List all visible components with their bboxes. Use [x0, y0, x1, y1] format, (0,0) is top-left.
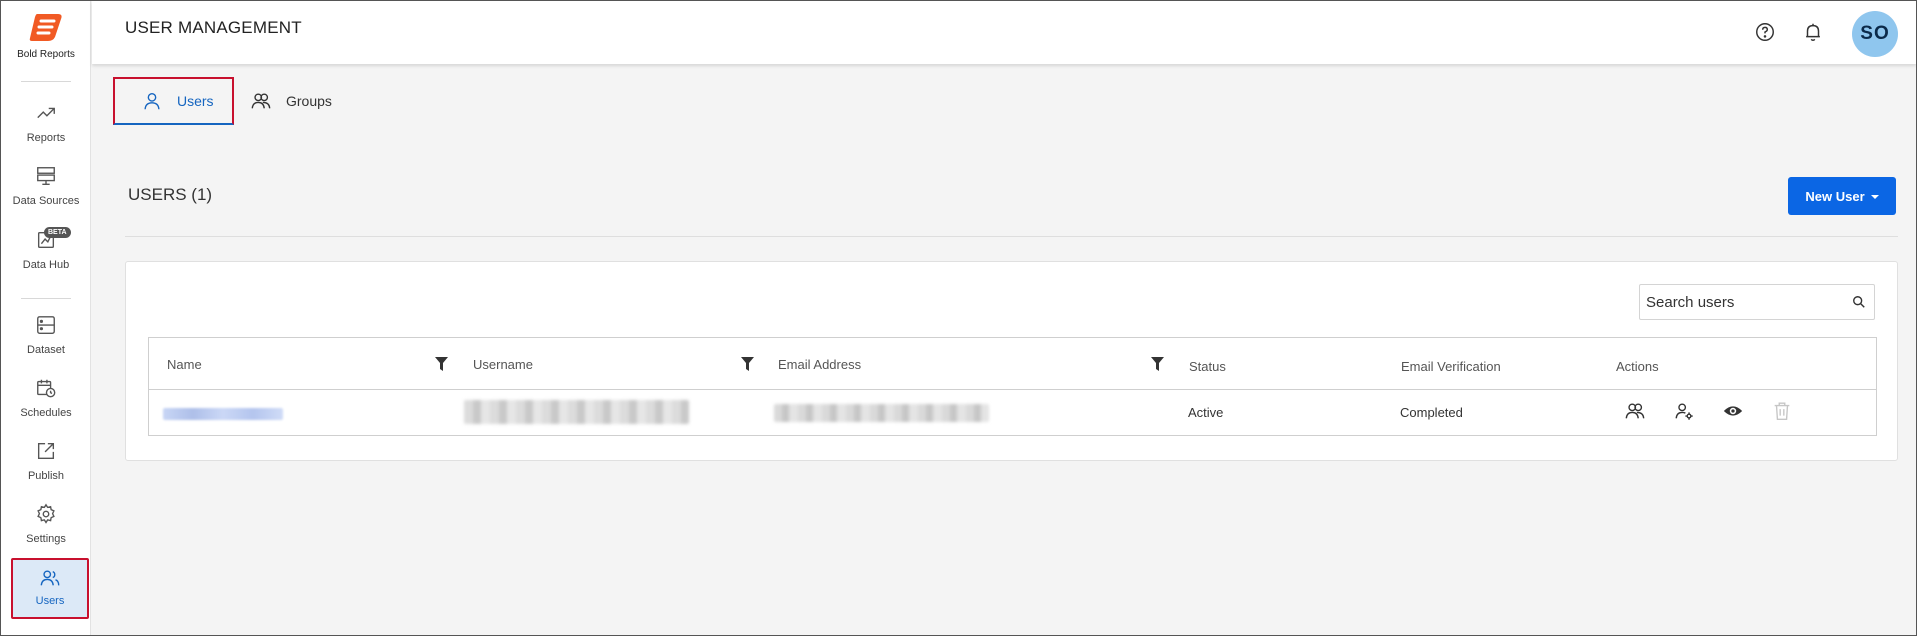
share-icon	[37, 442, 55, 460]
brand[interactable]: Bold Reports	[1, 11, 91, 60]
search-input[interactable]	[1640, 285, 1840, 319]
column-header-email-verification[interactable]: Email Verification	[1401, 359, 1501, 374]
sidebar-item-label: Dataset	[27, 344, 65, 356]
group-icon	[251, 93, 271, 109]
caret-down-icon	[1870, 195, 1879, 200]
column-header-name[interactable]: Name	[167, 357, 202, 372]
email-cell	[774, 404, 989, 422]
delete-icon[interactable]	[1771, 400, 1793, 422]
sidebar-item-reports[interactable]: Reports	[1, 102, 91, 144]
column-header-status[interactable]: Status	[1189, 359, 1226, 374]
sidebar-item-users[interactable]: Users	[11, 558, 89, 619]
sidebar-item-data-sources[interactable]: Data Sources	[1, 165, 91, 207]
brand-name: Bold Reports	[17, 49, 75, 60]
bold-reports-logo-icon	[29, 14, 62, 41]
trending-up-icon	[37, 107, 55, 119]
help-icon[interactable]	[1754, 21, 1776, 43]
tab-label: Groups	[286, 93, 332, 109]
sidebar: Bold Reports Reports Data Sources BETA D…	[1, 1, 91, 635]
sidebar-item-label: Reports	[26, 132, 66, 144]
page-title: USER MANAGEMENT	[125, 18, 302, 37]
bell-icon[interactable]	[1802, 21, 1824, 43]
search-icon[interactable]	[1852, 295, 1866, 309]
sidebar-item-label: Publish	[27, 470, 65, 482]
sidebar-divider	[21, 298, 71, 299]
sidebar-item-settings[interactable]: Settings	[1, 503, 91, 545]
user-name-link[interactable]	[163, 408, 283, 420]
username-cell	[464, 400, 689, 424]
tab-users[interactable]: Users	[113, 77, 234, 125]
server-icon	[37, 167, 55, 185]
sidebar-item-schedules[interactable]: Schedules	[1, 377, 91, 419]
section-divider	[125, 236, 1898, 237]
gear-icon	[37, 503, 55, 524]
beta-badge: BETA	[44, 227, 71, 238]
column-header-username[interactable]: Username	[473, 357, 533, 372]
filter-icon[interactable]	[1151, 357, 1164, 371]
new-user-label: New User	[1805, 188, 1865, 204]
avatar[interactable]: SO	[1852, 11, 1898, 57]
email-verification-cell: Completed	[1400, 405, 1463, 420]
user-icon	[144, 92, 160, 110]
table-header: Name Username Email Address Status Email…	[149, 338, 1876, 390]
search-box	[1639, 284, 1875, 320]
sidebar-item-label: Data Sources	[12, 195, 80, 207]
users-count-title: USERS (1)	[128, 185, 213, 204]
sidebar-item-label: Data Hub	[22, 259, 70, 271]
sidebar-item-label: Users	[35, 595, 65, 607]
new-user-button[interactable]: New User	[1788, 177, 1896, 215]
sidebar-divider	[21, 81, 71, 82]
sidebar-item-publish[interactable]: Publish	[1, 440, 91, 482]
sidebar-item-dataset[interactable]: Dataset	[1, 314, 91, 356]
dataset-icon	[37, 316, 55, 334]
filter-icon[interactable]	[435, 357, 448, 371]
table-row: Active Completed	[149, 390, 1876, 435]
tab-label: Users	[177, 93, 214, 109]
view-icon[interactable]	[1722, 400, 1744, 422]
calendar-clock-icon	[37, 379, 56, 398]
tab-groups[interactable]: Groups	[250, 77, 332, 125]
filter-icon[interactable]	[741, 357, 754, 371]
sidebar-item-label: Schedules	[20, 407, 72, 419]
top-header: USER MANAGEMENT SO	[92, 1, 1916, 64]
status-cell: Active	[1188, 405, 1224, 420]
column-header-actions: Actions	[1616, 359, 1659, 374]
sidebar-item-label: Settings	[26, 533, 66, 545]
column-header-email[interactable]: Email Address	[778, 357, 861, 372]
sidebar-item-data-hub[interactable]: BETA Data Hub	[1, 227, 91, 271]
users-table: Name Username Email Address Status Email…	[148, 337, 1877, 436]
manage-groups-icon[interactable]	[1624, 400, 1646, 422]
user-settings-icon[interactable]	[1673, 400, 1695, 422]
users-card: Name Username Email Address Status Email…	[125, 261, 1898, 461]
users-icon	[40, 570, 60, 586]
